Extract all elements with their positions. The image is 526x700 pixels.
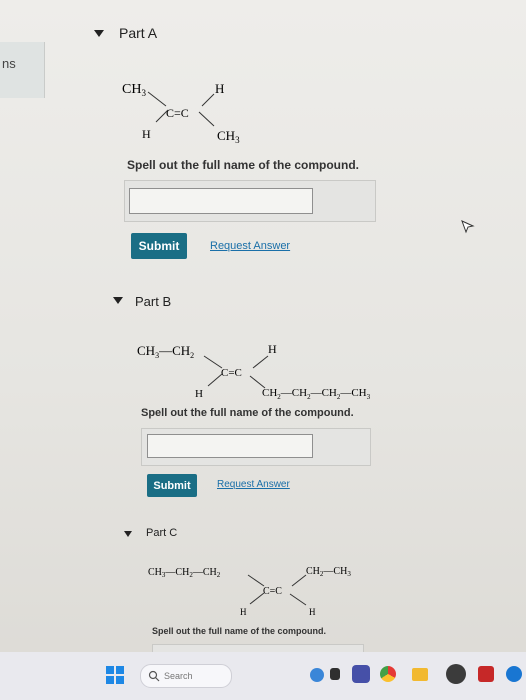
- part-b-bottom-left-group: H: [195, 388, 203, 400]
- part-c-bond-line: [291, 574, 307, 587]
- part-a-double-bond: C=C: [166, 106, 189, 120]
- part-a-prompt: Spell out the full name of the compound.: [127, 158, 359, 172]
- part-a-top-left-group: CH3: [122, 82, 146, 98]
- file-explorer-icon[interactable]: [412, 668, 428, 681]
- part-b-top-right-group: H: [268, 342, 277, 356]
- part-b-bond-line: [203, 355, 223, 369]
- teams-icon[interactable]: [352, 665, 370, 683]
- part-b-molecule: CH3—CH2 H C=C H CH2—CH2—CH2—CH3: [137, 342, 371, 401]
- part-c-double-bond: C=C: [263, 586, 282, 597]
- part-b-title[interactable]: Part B: [135, 294, 171, 309]
- edge-browser-icon[interactable]: [310, 668, 324, 682]
- part-c-molecule: CH3—CH2—CH2 CH2—CH3 C=C H H: [148, 566, 351, 617]
- part-c-top-left-group: CH3—CH2—CH2: [148, 567, 221, 579]
- part-b-bottom-right-group: CH2—CH2—CH2—CH3: [262, 387, 371, 401]
- dell-icon[interactable]: [446, 664, 466, 684]
- part-c-bond-line: [289, 593, 307, 606]
- taskbar-search-placeholder: Search: [164, 671, 193, 681]
- windows-start-icon[interactable]: [106, 666, 124, 684]
- part-a-answer-input[interactable]: [129, 188, 313, 214]
- part-a-molecule: CH3 H C=C H CH3: [122, 81, 240, 145]
- left-panel-text: ns: [2, 56, 16, 71]
- part-a-submit-button[interactable]: Submit: [131, 233, 187, 259]
- taskbar-search-box[interactable]: Search: [140, 664, 232, 688]
- part-b-request-answer-link[interactable]: Request Answer: [217, 479, 290, 490]
- part-a-collapse-caret-icon[interactable]: [94, 30, 104, 37]
- part-a-bond-line: [198, 111, 215, 127]
- part-c-bond-line: [249, 592, 265, 605]
- part-b-bond-line: [252, 355, 269, 369]
- screen: ns Part A CH3 H C=C H CH3 Spell out the …: [0, 0, 526, 700]
- part-a-bond-line: [147, 91, 167, 107]
- part-b-bond-line: [207, 373, 223, 387]
- part-a-request-answer-link[interactable]: Request Answer: [210, 240, 290, 252]
- part-b-prompt: Spell out the full name of the compound.: [141, 407, 354, 419]
- widget-icon[interactable]: [330, 668, 340, 680]
- part-c-top-right-group: CH2—CH3: [306, 566, 351, 578]
- part-c-bottom-right-group: H: [309, 607, 316, 617]
- part-c-prompt: Spell out the full name of the compound.: [152, 626, 326, 636]
- part-b-answer-input[interactable]: [147, 434, 313, 458]
- search-icon: [148, 670, 160, 682]
- mcafee-icon[interactable]: [478, 666, 494, 682]
- part-b-double-bond: C=C: [221, 367, 242, 379]
- part-b-submit-button[interactable]: Submit: [147, 474, 197, 497]
- part-a-bond-line: [201, 93, 215, 107]
- part-c-bottom-left-group: H: [240, 607, 247, 617]
- part-c-title[interactable]: Part C: [146, 527, 177, 539]
- app-icon[interactable]: [506, 666, 522, 682]
- part-a-bottom-left-group: H: [142, 127, 151, 141]
- part-a-title[interactable]: Part A: [119, 25, 157, 41]
- left-panel-strip: ns: [0, 42, 45, 98]
- mouse-cursor-icon: [461, 220, 475, 234]
- part-a-bottom-right-group: CH3: [217, 128, 240, 145]
- part-b-collapse-caret-icon[interactable]: [113, 297, 123, 304]
- part-c-collapse-caret-icon[interactable]: [124, 531, 132, 537]
- chrome-icon[interactable]: [380, 666, 396, 682]
- part-c-bond-line: [247, 574, 265, 587]
- part-a-top-right-group: H: [215, 81, 224, 96]
- part-b-top-left-group: CH3—CH2: [137, 343, 194, 360]
